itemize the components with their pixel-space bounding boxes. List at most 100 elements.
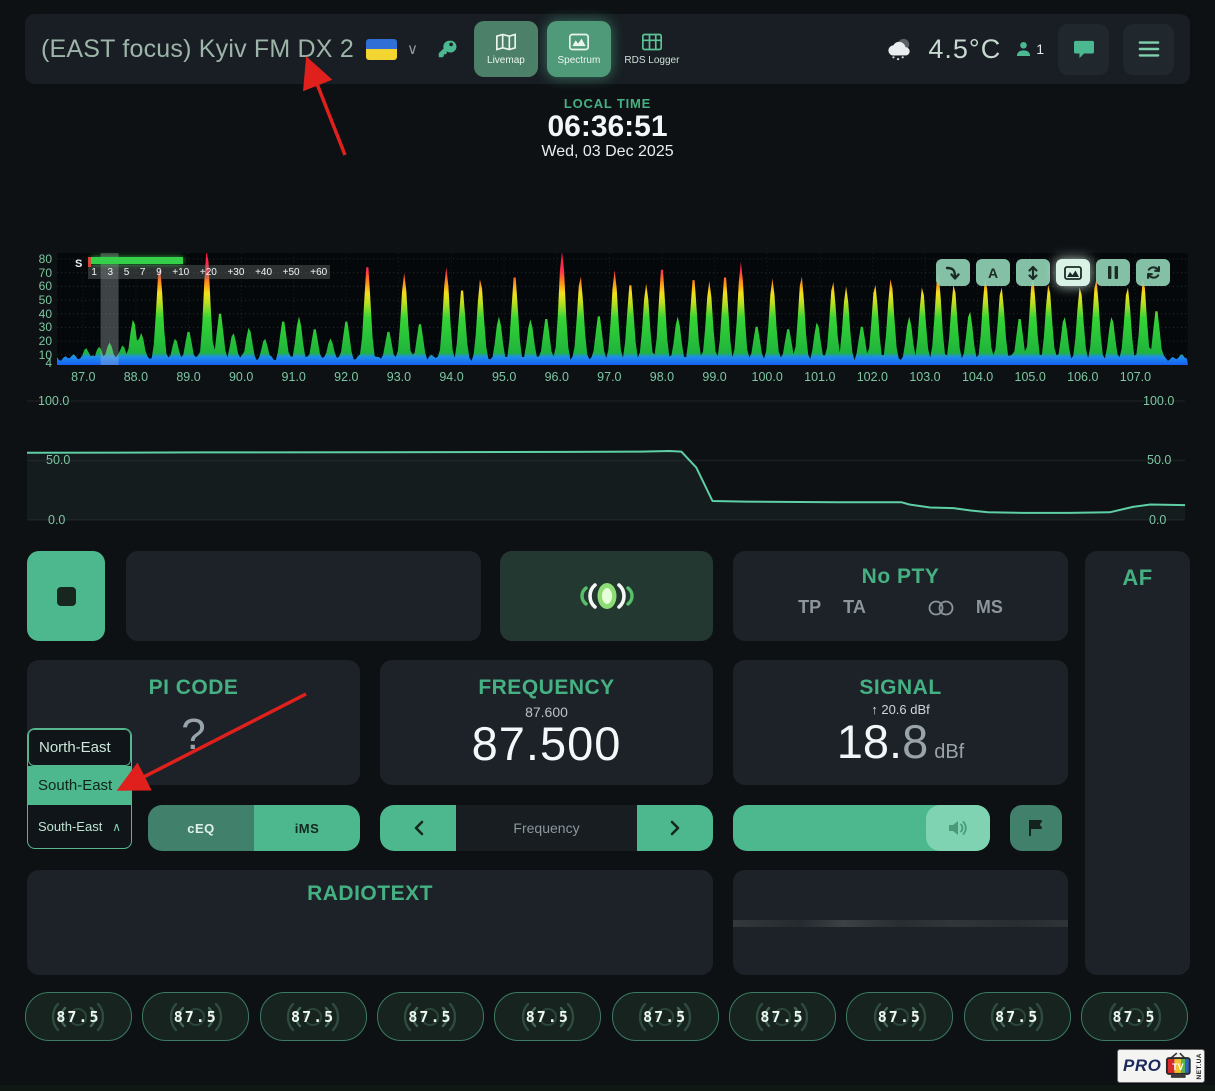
pause-button[interactable] [1096,259,1130,286]
preset-button[interactable]: 87.5 [377,992,484,1041]
ims-button[interactable]: iMS [254,805,360,851]
antenna-select[interactable]: South-East ∧ [28,805,131,848]
chevron-left-icon [413,820,424,836]
spectrum-x-tick: 90.0 [229,370,253,384]
frequency-input[interactable] [456,805,637,851]
audio-playing-icon [572,575,642,617]
spectrum-y-tick: 80 [26,252,52,266]
spectrum-x-tick: 102.0 [857,370,888,384]
pause-icon [1108,266,1118,279]
radiotext-panel: RADIOTEXT [27,870,713,975]
menu-button[interactable] [1123,24,1174,75]
s-meter-scale: 13579+10+20+30+40+50+60 [88,265,330,279]
spectrum-x-tick: 101.0 [804,370,835,384]
spectrum-x-tick: 93.0 [387,370,411,384]
spectrum-toolbar: A [936,259,1170,286]
af-label: AF [1085,565,1190,591]
preset-button[interactable]: 87.5 [846,992,953,1041]
audio-spectrum-band [733,920,1068,927]
station-name-panel [126,551,481,641]
volume-slider-thumb[interactable] [926,805,990,851]
signal-axis-label: 100.0 [38,394,69,408]
preset-button[interactable]: 87.5 [1081,992,1188,1041]
volume-slider[interactable] [733,805,990,851]
radiotext-label: RADIOTEXT [27,882,713,906]
svg-text:TV: TV [1172,1062,1183,1072]
dropdown-option-north-east[interactable]: North-East [28,729,131,766]
spectrum-x-tick: 106.0 [1067,370,1098,384]
preset-button[interactable]: 87.5 [260,992,367,1041]
nav-livemap-button[interactable]: Livemap [474,21,538,77]
stop-icon [57,587,76,606]
spectrum-chart-icon [569,33,589,51]
arrow-curve-down-icon [945,265,961,281]
scan-down-button[interactable] [936,259,970,286]
grid-table-icon [642,33,662,51]
antenna-dropdown: North-East South-East South-East ∧ [27,728,132,849]
local-date-value: Wed, 03 Dec 2025 [0,143,1215,161]
signal-axis-label: 0.0 [1149,513,1166,527]
af-list-panel: AF [1085,551,1190,975]
current-frequency: 87.500 [380,720,713,768]
signal-panel: SIGNAL ↑ 20.6 dBf 18.8dBf [733,660,1068,785]
person-icon [1015,41,1032,57]
key-icon[interactable] [436,38,458,60]
spectrum-x-tick: 88.0 [124,370,148,384]
frequency-panel: FREQUENCY 87.600 87.500 [380,660,713,785]
refresh-button[interactable] [1136,259,1170,286]
spectrum-graph-button[interactable] [1056,259,1090,286]
audio-spectrum-panel [733,870,1068,975]
audio-playing-panel[interactable] [500,551,713,641]
ukraine-flag-icon [366,39,397,60]
signal-axis-label: 50.0 [1147,453,1171,467]
report-flag-button[interactable] [1010,805,1062,851]
chat-button[interactable] [1058,24,1109,75]
frequency-up-button[interactable] [637,805,713,851]
pty-value: No PTY [733,565,1068,589]
spectrum-x-tick: 100.0 [752,370,783,384]
spectrum-y-tick: 50 [26,293,52,307]
spectrum-x-tick: 87.0 [71,370,95,384]
protv-logo[interactable]: PRO TV NET.UA [1117,1049,1205,1083]
chevron-up-icon: ∧ [112,820,121,834]
preset-button[interactable]: 87.5 [494,992,601,1041]
preset-button[interactable]: 87.5 [25,992,132,1041]
local-time-block: LOCAL TIME 06:36:51 Wed, 03 Dec 2025 [0,96,1215,161]
nav-rds-logger-button[interactable]: RDS Logger [620,21,684,77]
preset-button[interactable]: 87.5 [729,992,836,1041]
auto-scan-button[interactable]: A [976,259,1010,286]
s-meter-bar [91,257,183,264]
spectrum-x-tick: 91.0 [282,370,306,384]
s-meter: S 13579+10+20+30+40+50+60 [75,257,330,279]
spectrum-x-tick: 107.0 [1120,370,1151,384]
dropdown-option-south-east[interactable]: South-East [28,766,131,805]
nav-spectrum-button[interactable]: Spectrum [547,21,611,77]
spectrum-y-tick: 70 [26,266,52,280]
eq-ims-toggle: cEQ iMS [148,805,360,851]
spectrum-y-tick: 60 [26,279,52,293]
signal-axis-label: 0.0 [48,513,65,527]
chevron-right-icon [670,820,681,836]
autoscale-button[interactable] [1016,259,1050,286]
server-title: (EAST focus) Kyiv FM DX 2 [41,35,354,64]
ceq-button[interactable]: cEQ [148,805,254,851]
signal-axis-label: 100.0 [1143,394,1174,408]
spectrum-y-tick: 4 [26,356,52,370]
tv-logo-icon: TV [1161,1052,1195,1080]
speaker-icon [947,819,969,837]
preset-button[interactable]: 87.5 [142,992,249,1041]
header-bar: (EAST focus) Kyiv FM DX 2 ∨ Livemap Spec… [25,14,1190,84]
frequency-stepper [380,805,713,851]
signal-history-chart [27,395,1185,530]
signal-label: SIGNAL [733,676,1068,700]
preset-button[interactable]: 87.5 [964,992,1071,1041]
map-icon [496,33,516,51]
spectrum-y-tick: 20 [26,334,52,348]
frequency-down-button[interactable] [380,805,456,851]
preset-button[interactable]: 87.5 [612,992,719,1041]
local-time-value: 06:36:51 [0,111,1215,143]
stop-playback-button[interactable] [27,551,105,641]
chevron-down-icon[interactable]: ∨ [407,40,418,58]
temperature-value: 4.5°C [928,34,1001,65]
spectrum-x-tick: 96.0 [545,370,569,384]
